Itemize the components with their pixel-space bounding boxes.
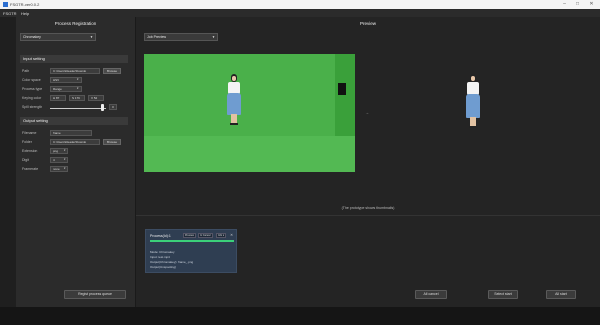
process-type-label: Process type [22, 87, 43, 91]
task-line-output-chromakey: Output(Chromakey): frame_.png [150, 260, 194, 264]
shoes [469, 126, 477, 128]
keying-h-field[interactable]: H 87 [50, 95, 66, 101]
extension-value: png [53, 149, 59, 153]
studio-light [338, 83, 346, 95]
chevron-down-icon: ▼ [90, 35, 93, 39]
app-icon [3, 2, 8, 7]
minimize-button[interactable]: – [560, 1, 569, 8]
face [232, 76, 236, 81]
process-type-value: Range [53, 87, 62, 91]
color-space-value: HSV [53, 78, 60, 82]
task-line-mode: Mode: Chromakey [150, 250, 175, 254]
task-progress-bar [150, 240, 234, 242]
process-task-card: Process(Id):1 Preview In Cancel Info ▾ ✕… [145, 229, 237, 273]
menu-help[interactable]: Help [21, 11, 29, 16]
framerate-select[interactable]: none ▼ [50, 166, 68, 172]
digit-select[interactable]: 4 ▼ [50, 157, 68, 163]
status-bar [0, 307, 600, 325]
process-select[interactable]: Chromakey ▼ [20, 33, 96, 41]
preview-select-value: Job Preview [147, 35, 167, 39]
menu-fsgtr[interactable]: FSGTR [3, 11, 17, 16]
digit-label: Digit [22, 158, 30, 162]
skirt [466, 94, 480, 118]
preview-heading: Preview [359, 21, 376, 26]
color-space-select[interactable]: HSV ▼ [50, 77, 82, 83]
process-select-value: Chromakey [23, 35, 41, 39]
input-thumbnail [144, 54, 355, 172]
process-registration-panel: Process Registration Chromakey ▼ Input s… [16, 17, 135, 307]
divider [136, 215, 600, 216]
keying-color-label: Keying color [22, 96, 42, 100]
arrow-right-icon: → [365, 110, 369, 115]
keying-s-field[interactable]: S 179 [69, 95, 85, 101]
title-bar: FSGTR-ver0.0.2 – □ ✕ [0, 0, 600, 9]
close-icon[interactable]: ✕ [230, 233, 233, 237]
prototype-note: (The prototype shows thumbnails) [341, 206, 395, 210]
chevron-down-icon: ▼ [76, 78, 79, 81]
task-line-output-unspooling: Output(Unspooling) [150, 265, 177, 269]
extension-select[interactable]: png ▼ [50, 148, 68, 154]
chevron-down-icon: ▼ [63, 158, 66, 161]
skirt [227, 93, 241, 115]
all-start-button[interactable]: All start [546, 290, 576, 299]
preview-select[interactable]: Job Preview ▼ [144, 33, 218, 41]
path-field[interactable]: C:\Users\Reader\Downlo [50, 68, 100, 74]
filename-label: Filename [22, 131, 37, 135]
window-title: FSGTR-ver0.0.2 [10, 2, 40, 7]
chevron-down-icon: ▼ [63, 149, 66, 152]
all-cancel-button[interactable]: All cancel [415, 290, 447, 299]
output-setting-header: Output setting [20, 117, 128, 125]
spill-strength-value[interactable]: 0 [109, 104, 117, 110]
left-edge [0, 17, 16, 307]
process-type-select[interactable]: Range ▼ [50, 86, 82, 92]
task-title: Process(Id):1 [150, 234, 171, 238]
task-progress-fill [150, 240, 234, 242]
extension-label: Extension [22, 149, 38, 153]
spill-strength-label: Spill strength [22, 105, 43, 109]
task-preview-button[interactable]: Preview [183, 233, 196, 238]
browse-output-button[interactable]: Browse [103, 139, 121, 145]
regist-process-queue-button[interactable]: Regist process queue [64, 290, 126, 299]
digit-value: 4 [53, 158, 55, 162]
path-label: Path [22, 69, 30, 73]
chevron-down-icon: ▼ [212, 35, 215, 39]
task-cancel-button[interactable]: In Cancel [198, 233, 213, 238]
chevron-down-icon: ▼ [76, 87, 79, 90]
keying-v-field[interactable]: V 52 [88, 95, 104, 101]
preview-panel: Preview Job Preview ▼ → (The prototype s… [136, 17, 600, 307]
shoes [230, 123, 238, 125]
spill-strength-slider[interactable] [50, 107, 106, 109]
framerate-value: none [53, 167, 60, 171]
select-start-button[interactable]: Select start [488, 290, 518, 299]
task-info-button[interactable]: Info ▾ [216, 233, 227, 238]
spill-strength-handle[interactable] [100, 104, 104, 111]
close-button[interactable]: ✕ [587, 1, 596, 8]
framerate-label: Framerate [22, 167, 39, 171]
panel-heading: Process Registration [54, 21, 97, 26]
green-floor [144, 136, 355, 172]
folder-label: Folder [22, 140, 32, 144]
maximize-button[interactable]: □ [573, 1, 582, 8]
menu-bar: FSGTR Help [0, 9, 600, 17]
color-space-label: Color space [22, 78, 41, 82]
browse-input-button[interactable]: Browse [103, 68, 121, 74]
chevron-down-icon: ▼ [63, 167, 66, 170]
task-line-input: Input: test.mp4 [150, 255, 170, 259]
face [471, 76, 475, 81]
filename-field[interactable]: frame [50, 130, 92, 136]
folder-field[interactable]: C:\Users\Reader\Downlo [50, 139, 100, 145]
input-setting-header: Input setting [20, 55, 128, 63]
